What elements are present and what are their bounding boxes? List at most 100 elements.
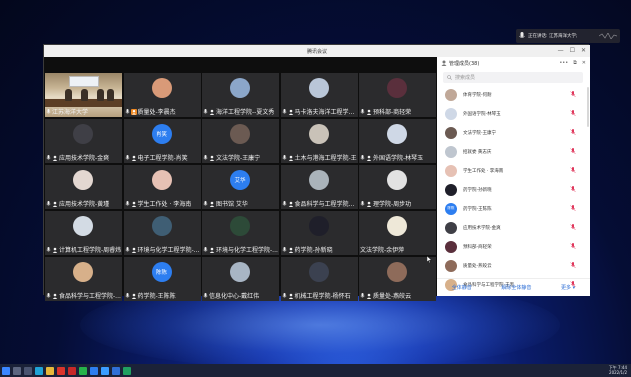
app-green-icon[interactable] xyxy=(123,366,131,375)
participant-tile[interactable]: 肖笑 电子工程学院-肖笑 xyxy=(123,119,201,163)
member-row[interactable]: 预科部-商轻荣 xyxy=(437,237,590,256)
mute-all-button[interactable]: 全体静音 xyxy=(448,282,476,293)
member-avatar xyxy=(445,145,457,158)
participant-tile[interactable]: 计算机工程学院-周睿炜 xyxy=(45,211,122,255)
avatar xyxy=(308,262,329,282)
participant-tile[interactable]: 艾华 图书馆 艾华 xyxy=(202,165,279,209)
meeting-attendee xyxy=(107,89,114,101)
member-avatar xyxy=(445,107,457,120)
participant-tile[interactable]: 外国语学院-林琴玉 xyxy=(359,119,436,163)
participant-tile[interactable]: 理学院-周步功 xyxy=(359,165,436,209)
participant-tile[interactable]: 应用技术学院-黄瑾 xyxy=(45,165,122,209)
member-row[interactable]: 应用技术学院-金爽 xyxy=(437,218,590,237)
participant-label: 信息化中心-戴红伟 xyxy=(203,291,278,300)
participant-tile[interactable]: 海洋工程学院--夏文秀 xyxy=(202,73,279,117)
panel-close-icon[interactable]: ✕ xyxy=(582,60,586,66)
participant-tile[interactable]: 食品科学与工程学院... xyxy=(280,165,358,209)
mic-muted-icon[interactable] xyxy=(570,148,576,155)
member-row[interactable]: 外国语学院-林琴玉 xyxy=(437,104,590,123)
participant-label: 机械工程学院-杨怀石 xyxy=(281,291,357,300)
mic-icon xyxy=(124,246,130,251)
participant-tile[interactable]: 质量处-燕皎云 xyxy=(359,257,436,301)
participant-tile[interactable]: 环境与化学工程学院-... xyxy=(202,211,279,255)
participant-tile[interactable]: 食品科学与工程学院-... xyxy=(45,257,122,301)
panel-more-icon[interactable]: ••• xyxy=(559,60,568,66)
participant-label: 药学院-王陈陈 xyxy=(124,291,200,300)
app-red2-icon[interactable] xyxy=(68,366,76,375)
member-row[interactable]: 药学院-孙新晓 xyxy=(437,180,590,199)
participant-name: 学生工作处 · 李海南 xyxy=(137,201,192,208)
member-row[interactable]: 文法学院-王康宁 xyxy=(437,123,590,142)
close-icon[interactable]: ✕ xyxy=(581,47,586,54)
explorer-icon[interactable] xyxy=(46,366,54,375)
member-panel-header: 管理成员(38) ••• ⧉ ✕ xyxy=(437,57,590,69)
user-icon xyxy=(209,109,215,115)
participant-tile[interactable]: 江苏海洋大学 xyxy=(45,73,122,117)
tencent-meeting-icon[interactable] xyxy=(112,366,120,375)
maximize-icon[interactable]: ☐ xyxy=(570,47,575,54)
mic-muted-icon[interactable] xyxy=(570,243,576,250)
avatar xyxy=(230,124,250,144)
mic-icon xyxy=(360,154,365,159)
participant-name: 海洋工程学院--夏文秀 xyxy=(216,109,275,116)
participant-tile[interactable]: 文法学院-余伊萍 xyxy=(359,211,436,255)
participant-tile[interactable]: 药学院-孙新晓 xyxy=(280,211,358,255)
participant-tile[interactable]: 质量处-李晨杰 xyxy=(123,73,201,117)
participant-tile[interactable]: 预科部-商轻荣 xyxy=(359,73,436,117)
participant-tile[interactable]: 文法学院-王康宁 xyxy=(202,119,279,163)
mic-muted-icon[interactable] xyxy=(570,186,576,193)
member-name: 应用技术学院-金爽 xyxy=(463,225,501,231)
member-row[interactable]: 学生工作处 · 李海南 xyxy=(437,161,590,180)
mic-muted-icon[interactable] xyxy=(570,262,576,269)
mic-icon xyxy=(203,200,208,205)
participant-label: 外国语学院-林琴玉 xyxy=(360,153,435,162)
taskview-icon[interactable] xyxy=(24,366,32,375)
member-search-input[interactable]: 搜索成员 xyxy=(443,72,583,83)
panel-popout-icon[interactable]: ⧉ xyxy=(573,60,577,66)
wechat-icon[interactable] xyxy=(79,366,87,375)
member-row[interactable]: 陈陈 药学院-王陈陈 xyxy=(437,199,590,218)
participant-label: 海洋工程学院--夏文秀 xyxy=(203,107,278,116)
participant-tile[interactable]: 陈陈 药学院-王陈陈 xyxy=(123,257,201,301)
participant-label: 食品科学与工程学院-... xyxy=(46,291,121,300)
member-row[interactable]: 质量处-燕皎云 xyxy=(437,256,590,275)
participant-tile[interactable]: 环境与化学工程学院-... xyxy=(123,211,201,255)
mic-icon xyxy=(281,246,287,251)
member-name: 质量处-燕皎云 xyxy=(463,263,492,269)
app-blue-icon[interactable] xyxy=(90,366,98,375)
member-avatar: 陈陈 xyxy=(445,202,457,215)
mic-muted-icon[interactable] xyxy=(570,167,576,174)
participant-tile[interactable]: 应用技术学院-金爽 xyxy=(45,119,122,163)
more-button[interactable]: 更多 ▾ xyxy=(557,282,579,293)
qq-icon[interactable] xyxy=(101,366,109,375)
user-icon xyxy=(52,293,58,299)
mic-muted-icon[interactable] xyxy=(570,224,576,231)
participant-name: 文法学院-王康宁 xyxy=(216,155,261,162)
participant-tile[interactable]: 学生工作处 · 李海南 xyxy=(123,165,201,209)
mic-muted-icon[interactable] xyxy=(570,110,576,117)
member-avatar xyxy=(445,240,457,253)
member-list-scrollbar[interactable] xyxy=(587,87,589,127)
app-red-icon[interactable] xyxy=(57,366,65,375)
meeting-attendee xyxy=(81,89,88,101)
edge-icon[interactable] xyxy=(35,366,43,375)
participant-tile[interactable]: 信息化中心-戴红伟 xyxy=(202,257,279,301)
avatar: 肖笑 xyxy=(151,124,172,144)
mic-muted-icon[interactable] xyxy=(570,129,576,136)
participant-label: 应用技术学院-黄瑾 xyxy=(46,199,121,208)
search-taskbar-icon[interactable] xyxy=(13,366,21,375)
mic-muted-icon[interactable] xyxy=(570,205,576,212)
user-icon xyxy=(131,155,136,161)
participant-tile[interactable]: 土木与港海工程学院-王... xyxy=(280,119,358,163)
mic-icon xyxy=(124,292,130,297)
projection-screen xyxy=(69,76,99,87)
member-row[interactable]: 招就委 黄志庆 xyxy=(437,142,590,161)
participant-tile[interactable]: 马卡洛夫海洋工程学... xyxy=(280,73,358,117)
participant-tile[interactable]: 机械工程学院-杨怀石 xyxy=(280,257,358,301)
unmute-all-button[interactable]: 解除全体静音 xyxy=(497,282,535,293)
start-icon[interactable] xyxy=(2,366,10,375)
member-row[interactable]: 体育学院-何耐 xyxy=(437,85,590,104)
minimize-icon[interactable]: — xyxy=(558,47,564,54)
user-icon xyxy=(131,293,136,299)
mic-muted-icon[interactable] xyxy=(570,91,576,98)
